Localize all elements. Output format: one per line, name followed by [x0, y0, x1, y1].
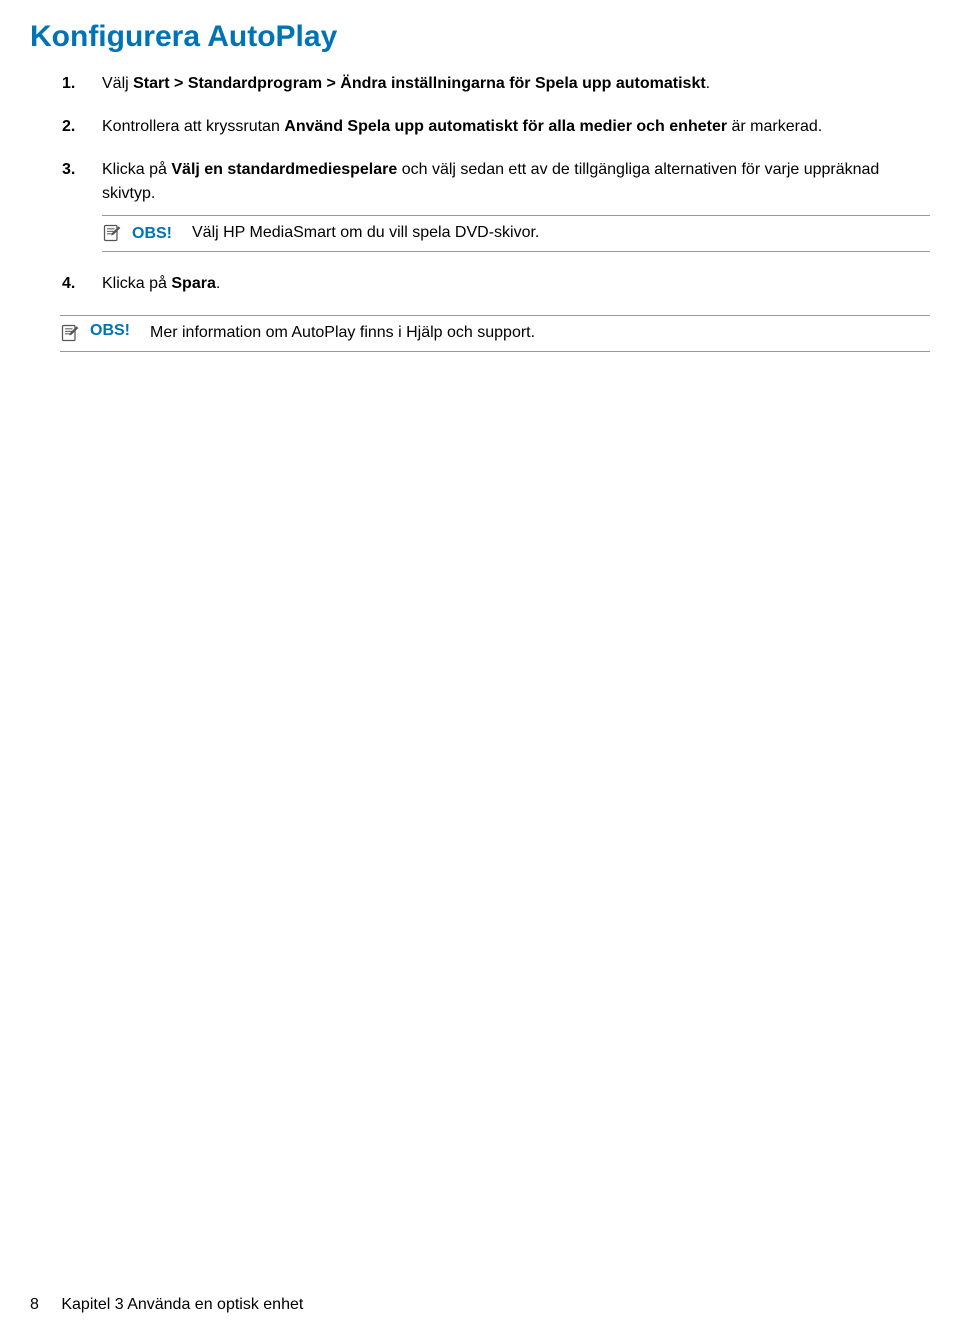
step-text-pre: Kontrollera att kryssrutan — [102, 118, 284, 135]
footer-page-number: 8 — [30, 1296, 39, 1313]
step-number: 4. — [62, 272, 75, 295]
note-outer-row: OBS! Mer information om AutoPlay finns i… — [60, 322, 930, 344]
note-text: Mer information om AutoPlay finns i Hjäl… — [150, 322, 535, 344]
step-text-bold: Spara — [171, 275, 215, 292]
footer-chapter: Kapitel 3 Använda en optisk enhet — [61, 1296, 303, 1313]
note-label: OBS! — [90, 322, 130, 340]
note-outer: OBS! Mer information om AutoPlay finns i… — [60, 315, 930, 351]
step-text-bold: Använd Spela upp automatiskt för alla me… — [284, 118, 727, 135]
step-text-bold: Välj en standardmediespelare — [171, 161, 397, 178]
step-text-pre: Klicka på — [102, 275, 171, 292]
page-content: Konfigurera AutoPlay 1. Välj Start > Sta… — [0, 0, 960, 352]
step-number: 3. — [62, 158, 75, 181]
note-icon — [102, 223, 122, 243]
step-4: 4. Klicka på Spara. — [102, 272, 930, 295]
note-label: OBS! — [132, 222, 172, 245]
step-text-post: . — [216, 275, 220, 292]
steps-list: 1. Välj Start > Standardprogram > Ändra … — [30, 72, 930, 295]
step-text-pre: Klicka på — [102, 161, 171, 178]
step-text-bold: Start > Standardprogram > Ändra inställn… — [133, 75, 706, 92]
step-text-post: är markerad. — [727, 118, 822, 135]
step-1: 1. Välj Start > Standardprogram > Ändra … — [102, 72, 930, 95]
step-2: 2. Kontrollera att kryssrutan Använd Spe… — [102, 115, 930, 138]
step-3: 3. Klicka på Välj en standardmediespelar… — [102, 158, 930, 252]
step-number: 2. — [62, 115, 75, 138]
note-inner-row: OBS! Välj HP MediaSmart om du vill spela… — [102, 222, 930, 245]
page-title: Konfigurera AutoPlay — [30, 20, 930, 54]
step-number: 1. — [62, 72, 75, 95]
step-text-pre: Välj — [102, 75, 133, 92]
note-icon — [60, 323, 80, 343]
page-footer: 8 Kapitel 3 Använda en optisk enhet — [30, 1296, 303, 1314]
note-text: Välj HP MediaSmart om du vill spela DVD-… — [192, 222, 539, 244]
step-text-post: . — [706, 75, 710, 92]
note-inner: OBS! Välj HP MediaSmart om du vill spela… — [102, 215, 930, 252]
